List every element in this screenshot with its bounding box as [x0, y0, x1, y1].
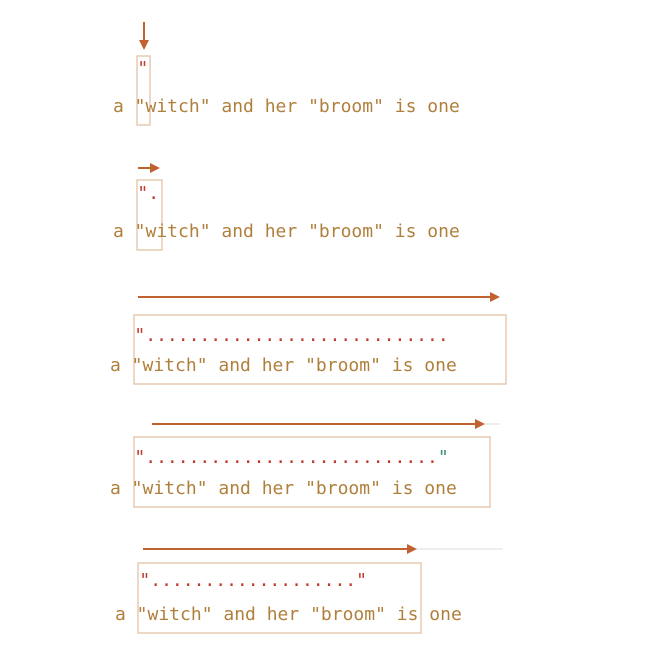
step-1-pattern: " — [137, 58, 148, 79]
step-2-sentence: a "witch" and her "broom" is one — [113, 221, 460, 242]
step-4-pattern: "..........................." — [134, 447, 448, 468]
step-3-sentence: a "witch" and her "broom" is one — [110, 355, 457, 376]
greedy-quantifier-diagram: " a "witch" and her "broom" is one ". a "wi… — [110, 22, 507, 634]
step-5-pattern: "..................." — [139, 570, 367, 591]
step-2-pattern: ". — [137, 183, 159, 204]
step-1-sentence: a "witch" and her "broom" is one — [113, 96, 460, 117]
step-4-sentence: a "witch" and her "broom" is one — [110, 478, 457, 499]
step-3-pattern: "............................ — [134, 325, 448, 346]
step-5-sentence: a "witch" and her "broom" is one — [115, 604, 462, 625]
